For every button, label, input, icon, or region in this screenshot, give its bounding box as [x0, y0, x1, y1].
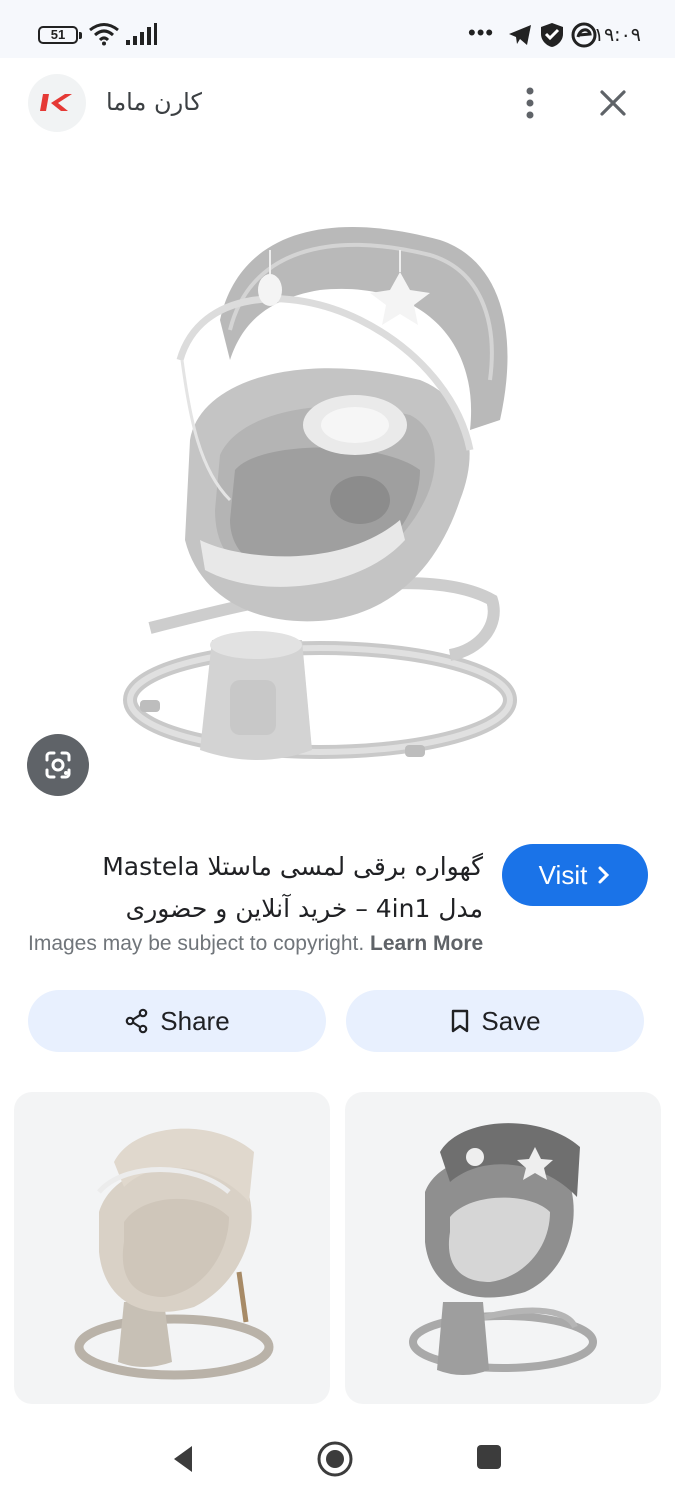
- visit-button[interactable]: Visit: [502, 844, 648, 906]
- karen-mama-logo-icon: [40, 94, 72, 111]
- wifi-icon: [89, 23, 119, 46]
- system-navigation-bar: [0, 1420, 675, 1500]
- back-icon[interactable]: [170, 1444, 196, 1474]
- site-name[interactable]: کارن ماما: [106, 88, 202, 116]
- copyright-text: Images may be subject to copyright.: [28, 932, 365, 955]
- close-icon: [600, 90, 626, 116]
- shield-check-icon: [541, 23, 563, 47]
- site-logo[interactable]: [28, 74, 86, 132]
- save-button-label: Save: [481, 1005, 541, 1036]
- recents-icon[interactable]: [476, 1444, 502, 1470]
- more-options-button[interactable]: [512, 82, 552, 126]
- related-image-grey-swing: [409, 1123, 597, 1375]
- baby-swing-illustration: [123, 226, 517, 760]
- close-button[interactable]: [592, 82, 636, 126]
- battery-indicator: 51: [38, 26, 82, 44]
- share-button-label: Share: [160, 1005, 230, 1036]
- main-product-image[interactable]: [0, 150, 675, 820]
- more-vert-icon: [526, 87, 534, 119]
- result-title-line2: مدل 4in1 – خرید آنلاین و حضوری: [125, 894, 483, 923]
- home-icon[interactable]: [316, 1440, 354, 1478]
- signal-icon: [126, 23, 157, 45]
- viewer-header: کارن ماما: [0, 58, 675, 150]
- share-icon: [125, 1008, 148, 1034]
- share-button[interactable]: Share: [28, 990, 326, 1052]
- notification-overflow: •••: [468, 20, 495, 45]
- save-button[interactable]: Save: [346, 990, 644, 1052]
- related-result-1[interactable]: [14, 1092, 330, 1404]
- google-lens-button[interactable]: [27, 734, 89, 796]
- status-bar: 51 ••• ۱۹:۰۹: [0, 0, 675, 58]
- result-title-line1: گهواره برقی لمسی ماستلا Mastela: [102, 852, 483, 881]
- related-image-beige-swing: [74, 1128, 274, 1380]
- related-result-2[interactable]: [345, 1092, 661, 1404]
- bookmark-icon: [452, 1009, 469, 1033]
- chevron-right-icon: [598, 866, 610, 884]
- visit-button-label: Visit: [538, 859, 588, 890]
- clock: ۱۹:۰۹: [593, 24, 641, 46]
- learn-more-link[interactable]: Learn More: [370, 932, 483, 955]
- result-title[interactable]: گهواره برقی لمسی ماستلا Mastela مدل 4in1…: [28, 846, 483, 930]
- google-lens-icon: [45, 751, 71, 779]
- copyright-notice: Images may be subject to copyright. Lear…: [28, 932, 483, 956]
- telegram-icon: [509, 25, 531, 45]
